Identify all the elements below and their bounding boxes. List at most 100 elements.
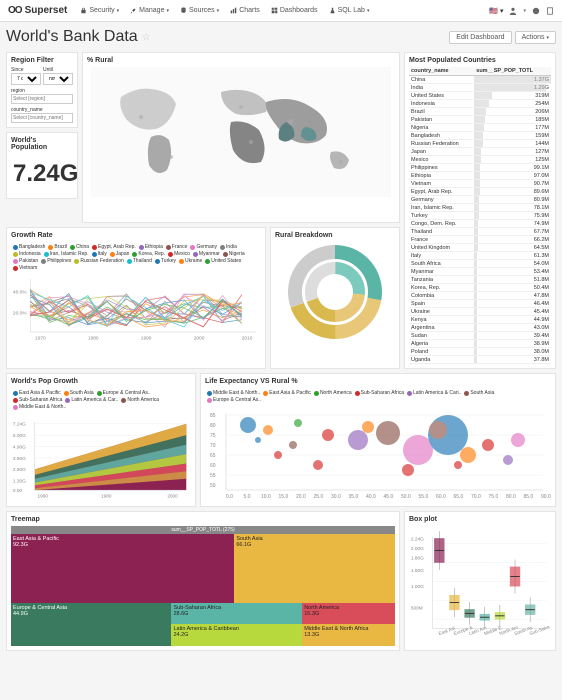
col-pop[interactable]: sum__SP_POP_TOTL	[474, 67, 551, 76]
legend-item[interactable]: Europe & Central As..	[97, 390, 151, 396]
table-row[interactable]: Brazil206M	[409, 108, 551, 116]
nav-manage[interactable]: Manage▾	[125, 5, 174, 16]
tm-cell[interactable]: North America15.3G	[302, 603, 395, 625]
legend-item[interactable]: Sub-Saharan Africa	[355, 390, 404, 396]
legend-item[interactable]: Turkey	[155, 258, 176, 264]
edit-dashboard-button[interactable]: Edit Dashboard	[449, 31, 511, 44]
donut-chart[interactable]	[275, 242, 395, 342]
legend-item[interactable]: Latin America & Car..	[65, 397, 118, 403]
legend-item[interactable]: Ethiopia	[139, 244, 163, 250]
table-row[interactable]: Congo, Dem. Rep.74.9M	[409, 220, 551, 228]
legend-item[interactable]: China	[70, 244, 89, 250]
legend-item[interactable]: Indonesia	[13, 251, 41, 257]
table-row[interactable]: Germany80.9M	[409, 196, 551, 204]
table-row[interactable]: Ukraine45.4M	[409, 308, 551, 316]
nav-sources[interactable]: Sources▾	[175, 5, 224, 16]
table-row[interactable]: Colombia47.8M	[409, 292, 551, 300]
treemap[interactable]: sum__SP_POP_TOTL (275) East Asia & Pacif…	[11, 526, 395, 646]
legend-item[interactable]: Philippines	[41, 258, 71, 264]
legend-item[interactable]: Thailand	[127, 258, 152, 264]
region-input[interactable]	[11, 94, 73, 104]
table-row[interactable]: Ethiopia97.0M	[409, 172, 551, 180]
table-row[interactable]: Uganda37.8M	[409, 356, 551, 364]
table-row[interactable]: Argentina43.0M	[409, 324, 551, 332]
table-row[interactable]: Russian Federation144M	[409, 140, 551, 148]
table-row[interactable]: Iran, Islamic Rep.78.1M	[409, 204, 551, 212]
legend-item[interactable]: Latin America & Cari..	[407, 390, 461, 396]
table-row[interactable]: Spain46.4M	[409, 300, 551, 308]
tm-cell[interactable]: Europe & Central Asia44.9G	[11, 603, 171, 646]
growth-chart[interactable]: 40.0%20.0% 19701980199020002010	[11, 273, 261, 343]
legend-item[interactable]: South Asia	[464, 390, 494, 396]
boxplot-chart[interactable]: 2.24G2.00G1.80G1.50G1.00G500M East AsiEu…	[409, 526, 551, 646]
table-row[interactable]: Thailand67.7M	[409, 228, 551, 236]
table-row[interactable]: Nigeria177M	[409, 124, 551, 132]
table-row[interactable]: Tanzania51.8M	[409, 276, 551, 284]
tm-cell[interactable]: Latin America & Caribbean24.2G	[171, 624, 302, 646]
world-map[interactable]	[87, 67, 395, 197]
table-row[interactable]: Egypt, Arab Rep.89.6M	[409, 188, 551, 196]
table-row[interactable]: Vietnam90.7M	[409, 180, 551, 188]
area-chart[interactable]: 7.24G6.00G4.90G3.90G2.60G1.30G0.00 19601…	[11, 412, 191, 502]
star-icon[interactable]: ☆	[142, 32, 151, 43]
table-row[interactable]: South Africa54.0M	[409, 260, 551, 268]
table-row[interactable]: Philippines99.1M	[409, 164, 551, 172]
legend-item[interactable]: Russian Federation	[74, 258, 123, 264]
tm-cell[interactable]: Sub-Saharan Africa28.6G	[171, 603, 302, 625]
table-row[interactable]: Mexico125M	[409, 156, 551, 164]
legend-item[interactable]: Germany	[190, 244, 217, 250]
table-row[interactable]: Bangladesh159M	[409, 132, 551, 140]
legend-item[interactable]: Nigeria	[223, 251, 245, 257]
user-icon[interactable]	[509, 7, 517, 15]
legend-item[interactable]: India	[220, 244, 237, 250]
github-icon[interactable]	[532, 7, 540, 15]
legend-item[interactable]: North America	[121, 397, 159, 403]
legend-item[interactable]: Middle East & North..	[13, 404, 66, 410]
flag-icon[interactable]: 🇺🇸 ▾	[489, 7, 503, 15]
table-row[interactable]: Sudan39.4M	[409, 332, 551, 340]
tm-cell[interactable]: Middle East & North Africa13.3G	[302, 624, 395, 646]
table-row[interactable]: India1.29G	[409, 84, 551, 92]
brand[interactable]: OO Superset	[8, 5, 67, 16]
table-row[interactable]: Japan127M	[409, 148, 551, 156]
legend-item[interactable]: United States	[205, 258, 241, 264]
table-row[interactable]: United States319M	[409, 92, 551, 100]
legend-item[interactable]: Italy	[92, 251, 107, 257]
legend-item[interactable]: Korea, Rep.	[132, 251, 165, 257]
actions-button[interactable]: Actions ▾	[515, 31, 556, 44]
legend-item[interactable]: Vietnam	[13, 265, 37, 271]
legend-item[interactable]: Middle East & North..	[207, 390, 260, 396]
table-row[interactable]: Algeria38.9M	[409, 340, 551, 348]
nav-sqllab[interactable]: SQL Lab▾	[324, 5, 375, 16]
table-row[interactable]: Korea, Rep.50.4M	[409, 284, 551, 292]
table-row[interactable]: Indonesia254M	[409, 100, 551, 108]
table-row[interactable]: China1.37G	[409, 76, 551, 84]
nav-security[interactable]: Security▾	[75, 5, 124, 16]
table-row[interactable]: United Kingdom64.5M	[409, 244, 551, 252]
legend-item[interactable]: Brazil	[48, 244, 67, 250]
legend-item[interactable]: Japan	[110, 251, 130, 257]
legend-item[interactable]: Mexico	[168, 251, 190, 257]
legend-item[interactable]: East Asia & Pacific	[263, 390, 311, 396]
legend-item[interactable]: Iran, Islamic Rep.	[44, 251, 89, 257]
legend-item[interactable]: Ukraine	[179, 258, 202, 264]
legend-item[interactable]: France	[166, 244, 188, 250]
scatter-chart[interactable]: 8580757065605550 0.05.010.015.020.025.03…	[205, 405, 551, 500]
table-row[interactable]: France66.2M	[409, 236, 551, 244]
until-select[interactable]: now	[43, 73, 73, 85]
legend-item[interactable]: Europe & Central As..	[207, 397, 261, 403]
table-row[interactable]: Pakistan185M	[409, 116, 551, 124]
since-select[interactable]: 7 days ago	[11, 73, 41, 85]
col-country[interactable]: country_name	[409, 67, 474, 76]
docs-icon[interactable]	[546, 7, 554, 15]
country-input[interactable]	[11, 113, 73, 123]
nav-dashboards[interactable]: Dashboards	[266, 5, 323, 16]
legend-item[interactable]: Myanmar	[193, 251, 220, 257]
legend-item[interactable]: Bangladesh	[13, 244, 45, 250]
legend-item[interactable]: South Asia	[64, 390, 94, 396]
table-row[interactable]: Turkey75.9M	[409, 212, 551, 220]
table-row[interactable]: Myanmar53.4M	[409, 268, 551, 276]
legend-item[interactable]: North America	[314, 390, 352, 396]
legend-item[interactable]: Egypt, Arab Rep.	[92, 244, 136, 250]
tm-cell[interactable]: South Asia66.1G	[234, 534, 395, 603]
